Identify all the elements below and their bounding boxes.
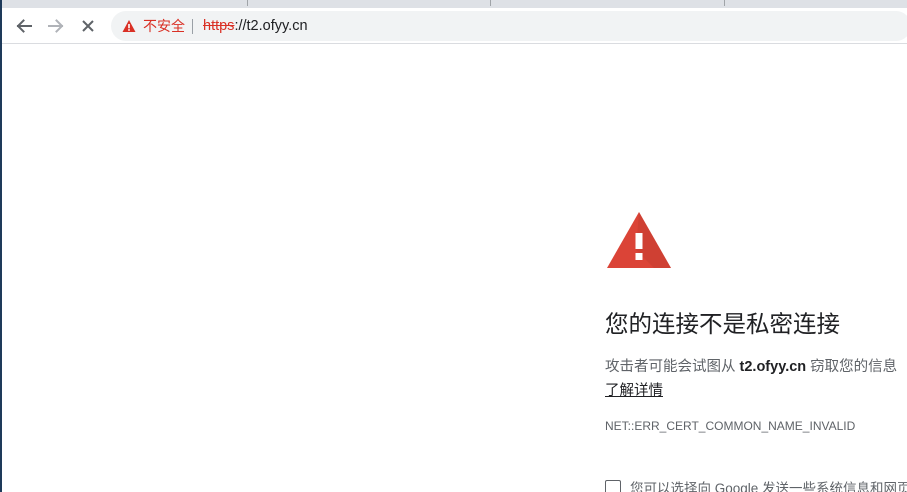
- desc-prefix: 攻击者可能会试图从: [605, 359, 740, 375]
- tab-separator: [724, 0, 725, 6]
- warning-icon[interactable]: [122, 19, 136, 33]
- window-edge: [0, 0, 2, 492]
- desc-suffix: 窃取您的信息: [806, 359, 898, 375]
- close-icon: [82, 20, 94, 32]
- arrow-right-icon: [48, 19, 64, 33]
- page-title: 您的连接不是私密连接: [605, 311, 840, 337]
- tab-strip: [2, 0, 907, 8]
- not-secure-label[interactable]: 不安全: [143, 18, 185, 34]
- back-button[interactable]: [10, 12, 38, 40]
- omnibox-divider: [192, 19, 193, 34]
- url-scheme: https: [203, 18, 235, 34]
- optin-checkbox[interactable]: [605, 480, 621, 492]
- forward-button[interactable]: [42, 12, 70, 40]
- address-bar[interactable]: 不安全 https://t2.ofyy.cn: [111, 11, 907, 41]
- tab-separator: [247, 0, 248, 6]
- arrow-left-icon: [16, 19, 32, 33]
- error-description: 攻击者可能会试图从 t2.ofyy.cn 窃取您的信息: [605, 357, 897, 377]
- url-text[interactable]: https://t2.ofyy.cn: [203, 18, 308, 34]
- stop-loading-button[interactable]: [74, 12, 102, 40]
- warning-triangle-icon: [607, 212, 671, 268]
- browser-toolbar: 不安全 https://t2.ofyy.cn: [2, 8, 907, 44]
- optin-label[interactable]: 您可以选择向 Google 发送一些系统信息和网页内容: [630, 480, 907, 492]
- learn-more-link[interactable]: 了解详情: [605, 381, 663, 401]
- url-host: ://t2.ofyy.cn: [234, 18, 308, 34]
- tab-separator: [490, 0, 491, 6]
- desc-host: t2.ofyy.cn: [739, 359, 807, 375]
- error-code: NET::ERR_CERT_COMMON_NAME_INVALID: [605, 419, 856, 433]
